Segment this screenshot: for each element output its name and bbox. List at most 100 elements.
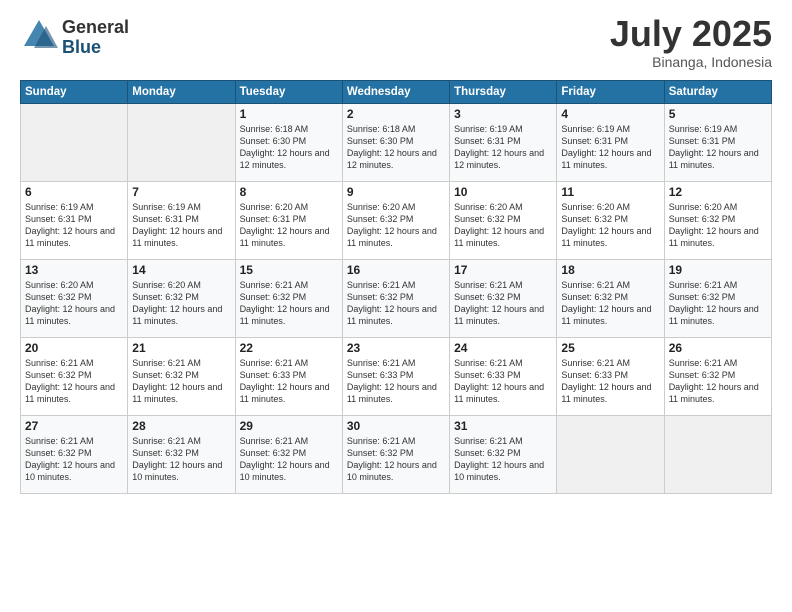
day-detail: Sunrise: 6:21 AM Sunset: 6:33 PM Dayligh… — [240, 357, 338, 406]
calendar-cell: 16Sunrise: 6:21 AM Sunset: 6:32 PM Dayli… — [342, 260, 449, 338]
day-detail: Sunrise: 6:20 AM Sunset: 6:32 PM Dayligh… — [669, 201, 767, 250]
day-detail: Sunrise: 6:21 AM Sunset: 6:32 PM Dayligh… — [669, 357, 767, 406]
calendar-cell: 25 Sunrise: 6:21 AM Sunset: 6:33 PM Dayli… — [557, 338, 664, 416]
day-detail: Sunrise: 6:21 AM Sunset: 6:32 PM Dayligh… — [132, 357, 230, 406]
day-number: 20 — [25, 341, 123, 355]
logo-icon — [20, 16, 58, 54]
day-number: 13 — [25, 263, 123, 277]
day-detail: Sunrise: 6:19 AM Sunset: 6:31 PM Dayligh… — [669, 123, 767, 172]
weekday-header-sunday: Sunday — [21, 81, 128, 104]
day-number: 7 — [132, 185, 230, 199]
calendar-cell: 21 Sunrise: 6:21 AM Sunset: 6:32 PM Dayli… — [128, 338, 235, 416]
title-block: July 2025 Binanga, Indonesia — [610, 16, 772, 70]
day-number: 3 — [454, 107, 552, 121]
day-detail: Sunrise: 6:19 AM Sunset: 6:31 PM Dayligh… — [561, 123, 659, 172]
weekday-header-friday: Friday — [557, 81, 664, 104]
calendar-cell: 26 Sunrise: 6:21 AM Sunset: 6:32 PM Dayli… — [664, 338, 771, 416]
day-number: 1 — [240, 107, 338, 121]
day-number: 21 — [132, 341, 230, 355]
calendar-week-row: 13 Sunrise: 6:20 AM Sunset: 6:32 PM Dayli… — [21, 260, 772, 338]
calendar-cell — [128, 104, 235, 182]
calendar-cell: 6 Sunrise: 6:19 AM Sunset: 6:31 PM Daylig… — [21, 182, 128, 260]
calendar-cell: 23 Sunrise: 6:21 AM Sunset: 6:33 PM Dayli… — [342, 338, 449, 416]
calendar-table: SundayMondayTuesdayWednesdayThursdayFrid… — [20, 80, 772, 494]
day-detail: Sunrise: 6:21 AM Sunset: 6:33 PM Dayligh… — [347, 357, 445, 406]
location-text: Binanga, Indonesia — [610, 54, 772, 70]
calendar-cell — [21, 104, 128, 182]
calendar-cell: 28Sunrise: 6:21 AM Sunset: 6:32 PM Dayli… — [128, 416, 235, 494]
weekday-header-thursday: Thursday — [450, 81, 557, 104]
calendar-cell: 18Sunrise: 6:21 AM Sunset: 6:32 PM Dayli… — [557, 260, 664, 338]
calendar-week-row: 27 Sunrise: 6:21 AM Sunset: 6:32 PM Dayli… — [21, 416, 772, 494]
day-number: 19 — [669, 263, 767, 277]
day-number: 14 — [132, 263, 230, 277]
day-number: 8 — [240, 185, 338, 199]
day-number: 11 — [561, 185, 659, 199]
calendar-cell: 13 Sunrise: 6:20 AM Sunset: 6:32 PM Dayli… — [21, 260, 128, 338]
calendar-cell: 15 Sunrise: 6:21 AM Sunset: 6:32 PM Dayli… — [235, 260, 342, 338]
calendar-cell: 9Sunrise: 6:20 AM Sunset: 6:32 PM Daylig… — [342, 182, 449, 260]
day-number: 12 — [669, 185, 767, 199]
day-number: 31 — [454, 419, 552, 433]
calendar-week-row: 20 Sunrise: 6:21 AM Sunset: 6:32 PM Dayli… — [21, 338, 772, 416]
day-number: 29 — [240, 419, 338, 433]
day-detail: Sunrise: 6:21 AM Sunset: 6:33 PM Dayligh… — [561, 357, 659, 406]
weekday-header-monday: Monday — [128, 81, 235, 104]
day-detail: Sunrise: 6:21 AM Sunset: 6:32 PM Dayligh… — [347, 279, 445, 328]
calendar-cell: 12 Sunrise: 6:20 AM Sunset: 6:32 PM Dayli… — [664, 182, 771, 260]
day-number: 2 — [347, 107, 445, 121]
day-number: 15 — [240, 263, 338, 277]
day-detail: Sunrise: 6:18 AM Sunset: 6:30 PM Dayligh… — [240, 123, 338, 172]
day-number: 6 — [25, 185, 123, 199]
month-year-title: July 2025 — [610, 16, 772, 52]
weekday-header-row: SundayMondayTuesdayWednesdayThursdayFrid… — [21, 81, 772, 104]
day-detail: Sunrise: 6:18 AM Sunset: 6:30 PM Dayligh… — [347, 123, 445, 172]
day-number: 26 — [669, 341, 767, 355]
day-number: 25 — [561, 341, 659, 355]
calendar-cell: 8 Sunrise: 6:20 AM Sunset: 6:31 PM Daylig… — [235, 182, 342, 260]
header: General Blue July 2025 Binanga, Indonesi… — [20, 16, 772, 70]
calendar-cell: 4 Sunrise: 6:19 AM Sunset: 6:31 PM Daylig… — [557, 104, 664, 182]
day-detail: Sunrise: 6:21 AM Sunset: 6:32 PM Dayligh… — [669, 279, 767, 328]
day-number: 17 — [454, 263, 552, 277]
calendar-cell: 27 Sunrise: 6:21 AM Sunset: 6:32 PM Dayli… — [21, 416, 128, 494]
day-detail: Sunrise: 6:19 AM Sunset: 6:31 PM Dayligh… — [25, 201, 123, 250]
day-number: 22 — [240, 341, 338, 355]
calendar-cell: 14Sunrise: 6:20 AM Sunset: 6:32 PM Dayli… — [128, 260, 235, 338]
calendar-cell: 19 Sunrise: 6:21 AM Sunset: 6:32 PM Dayli… — [664, 260, 771, 338]
day-number: 9 — [347, 185, 445, 199]
day-number: 30 — [347, 419, 445, 433]
day-detail: Sunrise: 6:21 AM Sunset: 6:32 PM Dayligh… — [454, 279, 552, 328]
day-number: 24 — [454, 341, 552, 355]
day-detail: Sunrise: 6:20 AM Sunset: 6:32 PM Dayligh… — [25, 279, 123, 328]
day-detail: Sunrise: 6:20 AM Sunset: 6:31 PM Dayligh… — [240, 201, 338, 250]
day-detail: Sunrise: 6:19 AM Sunset: 6:31 PM Dayligh… — [132, 201, 230, 250]
day-detail: Sunrise: 6:19 AM Sunset: 6:31 PM Dayligh… — [454, 123, 552, 172]
weekday-header-saturday: Saturday — [664, 81, 771, 104]
day-detail: Sunrise: 6:20 AM Sunset: 6:32 PM Dayligh… — [454, 201, 552, 250]
weekday-header-tuesday: Tuesday — [235, 81, 342, 104]
calendar-cell: 5Sunrise: 6:19 AM Sunset: 6:31 PM Daylig… — [664, 104, 771, 182]
day-detail: Sunrise: 6:21 AM Sunset: 6:32 PM Dayligh… — [25, 357, 123, 406]
day-detail: Sunrise: 6:21 AM Sunset: 6:32 PM Dayligh… — [454, 435, 552, 484]
calendar-week-row: 6 Sunrise: 6:19 AM Sunset: 6:31 PM Daylig… — [21, 182, 772, 260]
calendar-week-row: 1 Sunrise: 6:18 AM Sunset: 6:30 PM Daylig… — [21, 104, 772, 182]
day-detail: Sunrise: 6:21 AM Sunset: 6:32 PM Dayligh… — [25, 435, 123, 484]
day-number: 4 — [561, 107, 659, 121]
day-number: 23 — [347, 341, 445, 355]
day-number: 27 — [25, 419, 123, 433]
calendar-cell: 10Sunrise: 6:20 AM Sunset: 6:32 PM Dayli… — [450, 182, 557, 260]
day-number: 18 — [561, 263, 659, 277]
calendar-cell: 1 Sunrise: 6:18 AM Sunset: 6:30 PM Daylig… — [235, 104, 342, 182]
day-number: 28 — [132, 419, 230, 433]
day-detail: Sunrise: 6:21 AM Sunset: 6:32 PM Dayligh… — [240, 435, 338, 484]
logo-general-text: General — [62, 18, 129, 38]
logo-blue-text: Blue — [62, 38, 129, 58]
calendar-cell: 22 Sunrise: 6:21 AM Sunset: 6:33 PM Dayli… — [235, 338, 342, 416]
calendar-cell: 7 Sunrise: 6:19 AM Sunset: 6:31 PM Daylig… — [128, 182, 235, 260]
weekday-header-wednesday: Wednesday — [342, 81, 449, 104]
day-detail: Sunrise: 6:21 AM Sunset: 6:32 PM Dayligh… — [240, 279, 338, 328]
calendar-cell: 20 Sunrise: 6:21 AM Sunset: 6:32 PM Dayli… — [21, 338, 128, 416]
calendar-cell: 29 Sunrise: 6:21 AM Sunset: 6:32 PM Dayli… — [235, 416, 342, 494]
calendar-cell: 3 Sunrise: 6:19 AM Sunset: 6:31 PM Daylig… — [450, 104, 557, 182]
